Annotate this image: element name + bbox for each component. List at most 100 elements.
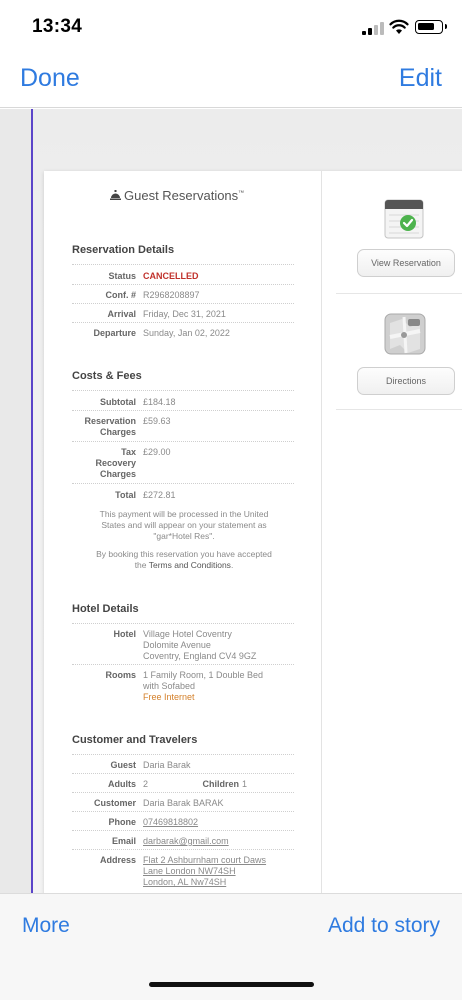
guest-label: Guest xyxy=(110,760,136,770)
phone-label: Phone xyxy=(108,817,136,827)
directions-button[interactable]: Directions xyxy=(357,367,455,395)
view-reservation-button[interactable]: View Reservation xyxy=(357,249,455,277)
clock: 13:34 xyxy=(32,16,83,37)
booking-note: By booking this reservation you have acc… xyxy=(84,549,284,571)
rooms-line: with Sofabed xyxy=(143,681,196,691)
address-line: Flat 2 Ashburnham court Daws xyxy=(143,855,267,865)
email-link[interactable]: darbarak@gmail.com xyxy=(143,836,229,847)
status-value: CANCELLED xyxy=(143,271,199,281)
customer-title: Customer and Travelers xyxy=(72,734,198,746)
battery-icon xyxy=(415,20,447,34)
status-label: Status xyxy=(108,271,136,281)
divider xyxy=(72,849,294,850)
navigation-bar: Done Edit xyxy=(0,56,462,108)
reservation-document: Guest Reservations™ Reservation Details … xyxy=(44,171,462,893)
arrival-label: Arrival xyxy=(107,309,136,319)
payment-note-line: This payment will be processed in the Un… xyxy=(99,509,269,519)
rooms-value: 1 Family Room, 1 Double Bed with Sofabed… xyxy=(143,670,263,703)
guest-value: Daria Barak xyxy=(143,760,191,770)
wifi-icon xyxy=(389,19,409,34)
divider xyxy=(336,409,462,410)
total-value: £272.81 xyxy=(143,490,176,500)
divider xyxy=(72,792,294,793)
booking-note-line: the Terms and Conditions. xyxy=(84,560,284,571)
divider xyxy=(72,441,294,442)
conf-value: R2968208897 xyxy=(143,290,200,300)
divider xyxy=(72,303,294,304)
payment-note-line: "gar*Hotel Res". xyxy=(153,531,215,541)
customer-value: Daria Barak BARAK xyxy=(143,798,224,808)
booking-note-line: By booking this reservation you have acc… xyxy=(96,549,272,559)
total-label: Total xyxy=(115,490,136,500)
divider xyxy=(72,284,294,285)
actions-panel: View Reservation Directions xyxy=(322,171,462,893)
payment-note-line: States and will appear on your statement… xyxy=(101,520,267,530)
bottom-toolbar: More Add to story xyxy=(0,893,462,1000)
reservation-charges-label-line: Reservation xyxy=(84,416,136,426)
departure-label: Departure xyxy=(93,328,136,338)
reservation-charges-label-line: Charges xyxy=(99,427,136,437)
address-line: London, AL Nw74SH xyxy=(143,877,227,887)
divider xyxy=(72,830,294,831)
subtotal-label: Subtotal xyxy=(100,397,136,407)
divider xyxy=(72,623,294,624)
email-label: Email xyxy=(111,836,136,846)
divider xyxy=(72,322,294,323)
hotel-address-line: Village Hotel Coventry xyxy=(143,629,232,639)
trademark-mark: ™ xyxy=(238,190,245,197)
divider xyxy=(336,293,462,294)
subtotal-value: £184.18 xyxy=(143,397,176,407)
tax-recovery-label-line: Recovery xyxy=(95,458,136,468)
reservation-charges-label: Reservation Charges xyxy=(66,416,136,438)
scroll-indicator xyxy=(31,109,33,893)
tax-recovery-label-line: Charges xyxy=(99,469,136,479)
divider xyxy=(72,811,294,812)
reservation-details-title: Reservation Details xyxy=(72,244,175,256)
rooms-line: 1 Family Room, 1 Double Bed xyxy=(143,670,264,680)
hotel-address-line: Dolomite Avenue xyxy=(143,640,211,650)
calendar-check-icon xyxy=(384,199,424,239)
address-line: Lane London NW74SH xyxy=(143,866,236,876)
arrival-value: Friday, Dec 31, 2021 xyxy=(143,309,226,319)
free-internet-amenity: Free Internet xyxy=(143,692,195,702)
hotel-label: Hotel xyxy=(113,629,137,639)
rooms-label: Rooms xyxy=(105,670,136,680)
cellular-signal-icon xyxy=(362,22,384,35)
home-indicator[interactable] xyxy=(149,982,314,987)
children-value: 1 xyxy=(242,779,248,789)
reservation-details-panel: Guest Reservations™ Reservation Details … xyxy=(44,171,322,893)
divider xyxy=(72,664,294,665)
add-to-story-button[interactable]: Add to story xyxy=(328,914,440,938)
brand-name: Guest Reservations xyxy=(124,188,239,203)
status-bar: 13:34 xyxy=(0,0,462,56)
divider xyxy=(72,754,294,755)
address-value[interactable]: Flat 2 Ashburnham court Daws Lane London… xyxy=(143,855,266,888)
terms-link[interactable]: Terms and Conditions xyxy=(149,560,231,570)
hotel-address-line: Coventry, England CV4 9GZ xyxy=(143,651,257,661)
screenshot-viewer[interactable]: Guest Reservations™ Reservation Details … xyxy=(0,109,462,893)
tax-recovery-label: Tax Recovery Charges xyxy=(66,447,136,480)
hotel-address: Village Hotel Coventry Dolomite Avenue C… xyxy=(143,629,256,662)
adults-value: 2 xyxy=(143,779,149,789)
edit-button[interactable]: Edit xyxy=(399,64,442,93)
previous-page-strip xyxy=(0,109,32,893)
tax-recovery-label-line: Tax xyxy=(121,447,136,457)
adults-label: Adults xyxy=(108,779,136,789)
payment-note: This payment will be processed in the Un… xyxy=(84,509,284,542)
children-label: Children xyxy=(202,779,239,789)
reservation-charges-value: £59.63 xyxy=(143,416,171,426)
hotel-details-title: Hotel Details xyxy=(72,603,139,615)
booking-note-text: . xyxy=(230,560,234,570)
divider xyxy=(72,410,294,411)
divider xyxy=(72,483,294,484)
costs-title: Costs & Fees xyxy=(72,370,142,382)
customer-label: Customer xyxy=(93,798,136,808)
address-label: Address xyxy=(99,855,136,865)
phone-link[interactable]: 07469818802 xyxy=(143,817,198,828)
conf-label: Conf. # xyxy=(105,290,137,300)
bell-icon xyxy=(110,190,121,200)
divider xyxy=(72,264,294,265)
map-directions-icon xyxy=(384,313,426,355)
done-button[interactable]: Done xyxy=(20,64,80,93)
more-button[interactable]: More xyxy=(22,914,70,938)
